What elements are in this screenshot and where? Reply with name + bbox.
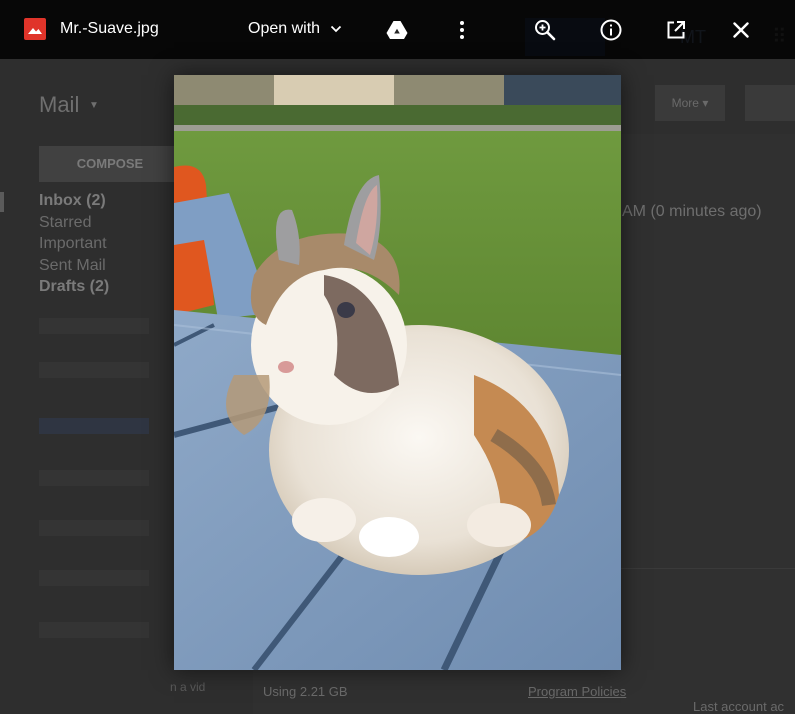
- close-button[interactable]: [726, 15, 756, 45]
- rabbit-photo: [174, 75, 621, 670]
- chat-contact-row: [39, 362, 149, 378]
- chat-contact-row: [39, 570, 149, 586]
- details-button[interactable]: [596, 15, 626, 45]
- mail-caret-icon: ▼: [89, 100, 99, 111]
- file-name: Mr.-Suave.jpg: [60, 20, 159, 37]
- viewer-toolbar: Mr.-Suave.jpg Open with: [0, 0, 795, 59]
- nav-drafts: Drafts (2): [39, 278, 110, 295]
- nav-inbox: Inbox (2): [39, 192, 106, 209]
- image-preview[interactable]: [174, 75, 621, 670]
- more-vert-icon: [460, 21, 464, 39]
- zoom-in-button[interactable]: [530, 15, 560, 45]
- open-with-button[interactable]: Open with: [248, 19, 342, 39]
- storage-usage: Using 2.21 GB: [263, 684, 348, 699]
- compose-button: COMPOSE: [39, 146, 181, 182]
- edit-button: [745, 85, 795, 121]
- chat-contact-row: [39, 418, 149, 434]
- nav-sent: Sent Mail: [39, 256, 106, 274]
- chevron-down-icon: [330, 25, 342, 33]
- chat-footnote: n a vid: [170, 680, 206, 694]
- nav-selected-indicator: [0, 192, 4, 212]
- chat-contact-row: [39, 318, 149, 334]
- message-timestamp: AM (0 minutes ago): [622, 203, 762, 220]
- last-account-activity: Last account ac: [693, 699, 785, 714]
- open-in-new-window-button[interactable]: [661, 15, 691, 45]
- info-icon: [600, 19, 622, 41]
- program-policies-link: Program Policies: [528, 684, 627, 699]
- chat-contact-row: [39, 470, 149, 486]
- more-actions-button[interactable]: [447, 15, 477, 45]
- open-with-label: Open with: [248, 20, 321, 37]
- open-in-new-window-icon: [667, 21, 685, 39]
- nav-important: Important: [39, 235, 107, 252]
- zoom-in-icon: [535, 20, 556, 41]
- gmail-nav-list: Inbox (2) Starred Important Sent Mail Dr…: [39, 190, 109, 298]
- image-file-icon: [24, 18, 46, 40]
- close-icon: [733, 22, 749, 38]
- chat-contact-row: [39, 622, 149, 638]
- nav-starred: Starred: [39, 213, 92, 231]
- drive-icon: [386, 21, 408, 39]
- add-to-drive-button[interactable]: [382, 15, 412, 45]
- chat-contact-row: [39, 520, 149, 536]
- mail-title: Mail: [39, 92, 80, 117]
- more-button: More ▾: [655, 85, 725, 121]
